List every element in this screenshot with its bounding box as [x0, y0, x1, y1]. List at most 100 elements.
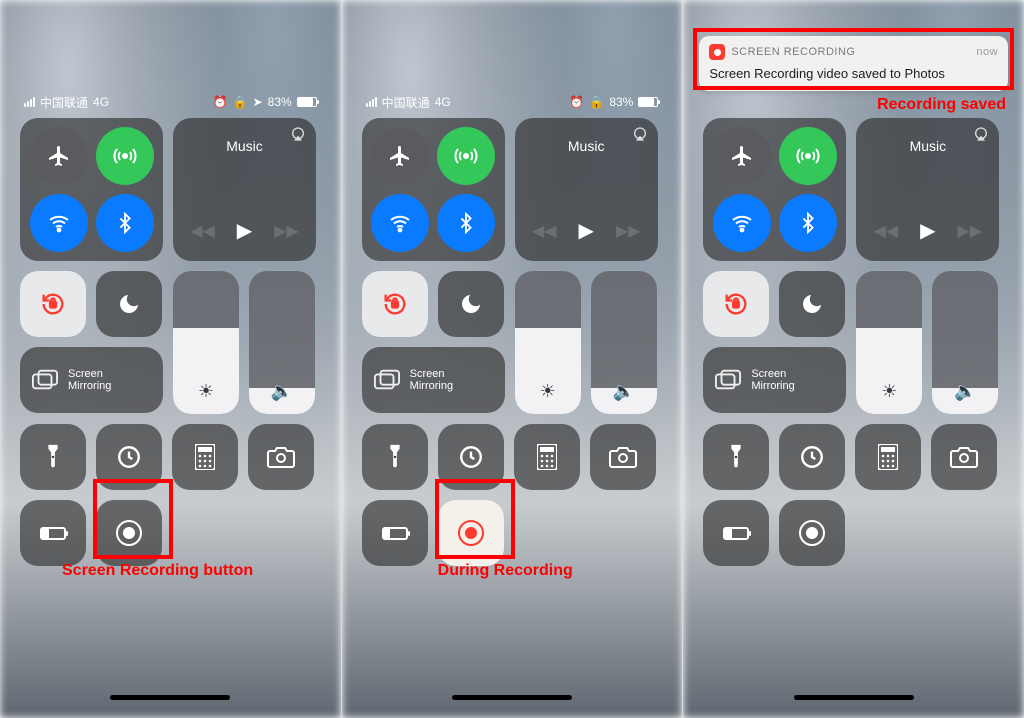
prev-track-button[interactable]: ◀◀: [190, 221, 215, 241]
home-indicator[interactable]: [110, 695, 230, 700]
orientation-lock-button[interactable]: [362, 271, 428, 337]
connectivity-module[interactable]: [20, 118, 163, 261]
calculator-button[interactable]: [855, 424, 921, 490]
callout-text-3: Recording saved: [877, 96, 1006, 114]
timer-icon: [458, 444, 484, 470]
calculator-icon: [537, 444, 557, 470]
low-power-button[interactable]: [703, 500, 769, 566]
screen-mirroring-icon: [32, 369, 58, 391]
airplane-mode-toggle[interactable]: [371, 127, 429, 185]
cellular-antenna-icon: [796, 144, 820, 168]
next-track-button[interactable]: ▶▶: [274, 221, 299, 241]
battery-pct: 83%: [609, 95, 633, 109]
notification-body: Screen Recording video saved to Photos: [709, 66, 998, 81]
wifi-toggle[interactable]: [713, 194, 771, 252]
screen-recording-button-active[interactable]: [438, 500, 504, 566]
screen-mirroring-button[interactable]: Screen Mirroring: [20, 347, 163, 413]
connectivity-module[interactable]: [362, 118, 505, 261]
bluetooth-toggle[interactable]: [437, 194, 495, 252]
moon-icon: [117, 292, 141, 316]
carrier-label: 中国联通: [382, 94, 430, 111]
timer-button[interactable]: [779, 424, 845, 490]
camera-button[interactable]: [590, 424, 656, 490]
flashlight-button[interactable]: [703, 424, 769, 490]
cellular-data-toggle[interactable]: [437, 127, 495, 185]
calculator-icon: [195, 444, 215, 470]
music-title: Music: [173, 138, 316, 154]
screen-mirroring-label: Screen Mirroring: [68, 368, 111, 392]
panel-recording-saved: SCREEN RECORDING now Screen Recording vi…: [682, 0, 1024, 718]
brightness-slider[interactable]: ☀: [515, 271, 581, 414]
timer-icon: [799, 444, 825, 470]
home-indicator[interactable]: [452, 695, 572, 700]
camera-button[interactable]: [931, 424, 997, 490]
do-not-disturb-button[interactable]: [438, 271, 504, 337]
volume-slider[interactable]: 🔈: [249, 271, 315, 414]
volume-slider[interactable]: 🔈: [591, 271, 657, 414]
play-button[interactable]: ▶: [578, 218, 593, 243]
wifi-toggle[interactable]: [371, 194, 429, 252]
orientation-lock-button[interactable]: [20, 271, 86, 337]
calculator-button[interactable]: [172, 424, 238, 490]
moon-icon: [800, 292, 824, 316]
notification-banner[interactable]: SCREEN RECORDING now Screen Recording vi…: [699, 36, 1008, 91]
bluetooth-toggle[interactable]: [96, 194, 154, 252]
play-button[interactable]: ▶: [237, 218, 252, 243]
music-title: Music: [515, 138, 658, 154]
orientation-lock-status-icon: [589, 95, 604, 109]
flashlight-icon: [43, 444, 63, 470]
music-title: Music: [856, 138, 999, 154]
do-not-disturb-button[interactable]: [779, 271, 845, 337]
do-not-disturb-button[interactable]: [96, 271, 162, 337]
home-indicator[interactable]: [794, 695, 914, 700]
brightness-slider[interactable]: ☀: [856, 271, 922, 414]
battery-icon: [638, 97, 658, 107]
wifi-icon: [47, 211, 71, 235]
timer-button[interactable]: [438, 424, 504, 490]
screen-recording-icon: [799, 520, 825, 546]
alarm-icon: [569, 95, 584, 109]
connectivity-module[interactable]: [703, 118, 846, 261]
prev-track-button[interactable]: ◀◀: [532, 221, 557, 241]
bluetooth-toggle[interactable]: [779, 194, 837, 252]
play-button[interactable]: ▶: [920, 218, 935, 243]
low-power-button[interactable]: [362, 500, 428, 566]
airplane-mode-toggle[interactable]: [713, 127, 771, 185]
timer-button[interactable]: [96, 424, 162, 490]
low-power-icon: [382, 527, 408, 540]
flashlight-icon: [385, 444, 405, 470]
callout-text-2: During Recording: [438, 562, 573, 580]
screen-mirroring-button[interactable]: ScreenMirroring: [703, 347, 846, 413]
screen-mirroring-icon: [715, 369, 741, 391]
low-power-icon: [40, 527, 66, 540]
cellular-data-toggle[interactable]: [779, 127, 837, 185]
control-center: Music ◀◀▶▶▶ ScreenMirroring: [362, 118, 663, 576]
next-track-button[interactable]: ▶▶: [958, 221, 983, 241]
brightness-slider[interactable]: ☀: [173, 271, 239, 414]
music-module[interactable]: Music ◀◀ ▶ ▶▶: [173, 118, 316, 261]
low-power-button[interactable]: [20, 500, 86, 566]
airplane-mode-toggle[interactable]: [30, 127, 88, 185]
prev-track-button[interactable]: ◀◀: [874, 221, 899, 241]
volume-slider[interactable]: 🔈: [932, 271, 998, 414]
battery-icon: [297, 97, 317, 107]
music-module[interactable]: Music ◀◀▶▶▶: [515, 118, 658, 261]
flashlight-button[interactable]: [362, 424, 428, 490]
network-label: 4G: [435, 95, 451, 109]
three-panel-figure: 中国联通 4G 83%: [0, 0, 1024, 718]
music-module[interactable]: Music ◀◀▶▶▶: [856, 118, 999, 261]
screen-mirroring-button[interactable]: ScreenMirroring: [362, 347, 505, 413]
calculator-button[interactable]: [514, 424, 580, 490]
camera-button[interactable]: [248, 424, 314, 490]
wifi-toggle[interactable]: [30, 194, 88, 252]
carrier-label: 中国联通: [40, 94, 88, 111]
screen-mirroring-label: ScreenMirroring: [751, 368, 794, 392]
next-track-button[interactable]: ▶▶: [616, 221, 641, 241]
signal-bars-icon: [24, 97, 35, 107]
flashlight-button[interactable]: [20, 424, 86, 490]
cellular-data-toggle[interactable]: [96, 127, 154, 185]
orientation-lock-button[interactable]: [703, 271, 769, 337]
notification-time: now: [976, 46, 998, 58]
screen-recording-button[interactable]: [96, 500, 162, 566]
screen-recording-button[interactable]: [779, 500, 845, 566]
